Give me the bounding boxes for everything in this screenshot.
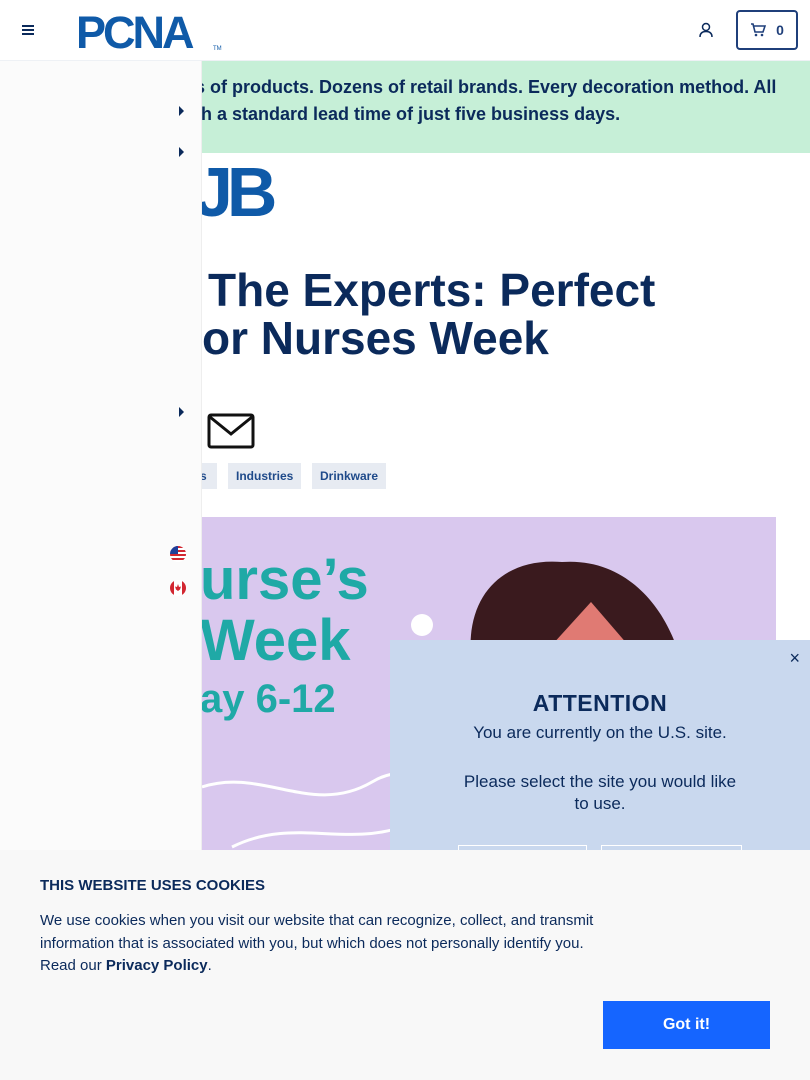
us-flag-icon[interactable] bbox=[170, 546, 186, 562]
email-share-icon[interactable] bbox=[207, 413, 255, 449]
cart-button[interactable]: 0 bbox=[736, 10, 798, 50]
cookie-text: We use cookies when you visit our websit… bbox=[40, 910, 600, 978]
modal-current-site-text: You are currently on the U.S. site. bbox=[473, 723, 727, 742]
pcna-logo[interactable]: PCNA TM bbox=[74, 8, 226, 54]
article-title-line-1: The Experts: Perfect bbox=[208, 264, 656, 316]
hero-line-3: ay 6-12 bbox=[202, 677, 336, 721]
caret-right-icon[interactable] bbox=[178, 147, 185, 157]
site-select-modal: × ATTENTION You are currently on the U.S… bbox=[390, 640, 810, 885]
logo-text: PCNA bbox=[76, 8, 194, 54]
modal-close-button[interactable]: × bbox=[789, 648, 800, 669]
caret-right-icon[interactable] bbox=[178, 106, 185, 116]
hero-line-2: Week bbox=[202, 608, 351, 673]
canada-flag-icon[interactable] bbox=[170, 580, 186, 596]
cart-count: 0 bbox=[776, 22, 784, 38]
logo-trademark: TM bbox=[213, 46, 222, 52]
tag-industries[interactable]: Industries bbox=[228, 463, 302, 489]
article-title: The Experts: Perfect or Nurses Week bbox=[202, 266, 802, 362]
article-title-line-2: or Nurses Week bbox=[202, 312, 549, 364]
site-header: PCNA TM 0 bbox=[0, 0, 810, 61]
hamburger-menu-icon[interactable] bbox=[20, 22, 36, 38]
hero-line-1: urse’s bbox=[202, 547, 369, 612]
cookie-accept-button[interactable]: Got it! bbox=[603, 1001, 770, 1049]
tag-drinkware[interactable]: Drinkware bbox=[312, 463, 387, 489]
caret-right-icon[interactable] bbox=[178, 407, 185, 417]
banner-line-1: ls of products. Dozens of retail brands.… bbox=[190, 77, 777, 97]
hub-logo-text: JB bbox=[202, 160, 275, 220]
user-icon[interactable] bbox=[697, 21, 715, 39]
cart-icon bbox=[751, 23, 767, 37]
privacy-policy-link[interactable]: Privacy Policy bbox=[106, 957, 208, 974]
hub-logo: JB bbox=[202, 160, 281, 220]
modal-title: ATTENTION bbox=[532, 690, 668, 716]
banner-line-2: th a standard lead time of just five bus… bbox=[195, 104, 621, 124]
modal-select-site-text: Please select the site you would like to… bbox=[463, 772, 737, 813]
cookie-title: THIS WEBSITE USES COOKIES bbox=[40, 877, 266, 894]
cookie-banner: THIS WEBSITE USES COOKIES We use cookies… bbox=[0, 850, 810, 1080]
cookie-period: . bbox=[207, 957, 212, 974]
